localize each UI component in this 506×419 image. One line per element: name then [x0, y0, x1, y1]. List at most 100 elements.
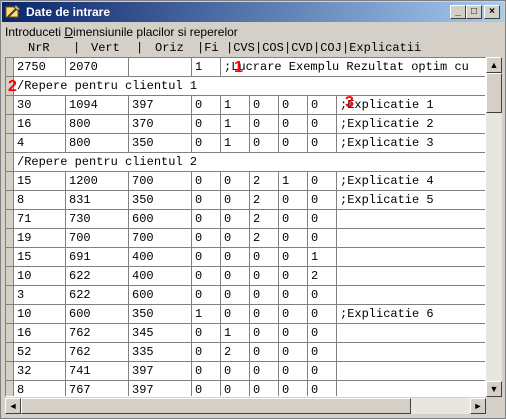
- cell-oriz[interactable]: 700: [129, 229, 192, 248]
- cell-cvd[interactable]: 0: [279, 115, 308, 134]
- cell-vert[interactable]: 762: [66, 324, 129, 343]
- cell-oriz[interactable]: 335: [129, 343, 192, 362]
- horizontal-scroll-thumb[interactable]: [21, 398, 411, 414]
- cell-coj[interactable]: 0: [308, 305, 337, 324]
- cell-exp[interactable]: [337, 210, 485, 229]
- cell-cvs[interactable]: 0: [221, 210, 250, 229]
- cell-cvs[interactable]: 0: [221, 286, 250, 305]
- cell-oriz[interactable]: 345: [129, 324, 192, 343]
- cell-cos[interactable]: 0: [250, 381, 279, 396]
- scroll-left-button[interactable]: ◄: [5, 398, 21, 414]
- cell-exp[interactable]: [337, 248, 485, 267]
- cell-coj[interactable]: 0: [308, 381, 337, 396]
- cell-vert[interactable]: 691: [66, 248, 129, 267]
- minimize-button[interactable]: _: [450, 5, 466, 19]
- row-indicator[interactable]: [6, 381, 14, 396]
- cell-exp[interactable]: ;Explicatie 4: [337, 172, 485, 191]
- cell-fi[interactable]: 0: [192, 343, 221, 362]
- cell-vert[interactable]: 730: [66, 210, 129, 229]
- cell-cvs[interactable]: 1: [221, 115, 250, 134]
- cell-fi[interactable]: 0: [192, 134, 221, 153]
- row-indicator[interactable]: [6, 191, 14, 210]
- cell-nrr[interactable]: 15: [14, 248, 66, 267]
- cell-cos[interactable]: 0: [250, 286, 279, 305]
- cell-fi[interactable]: 0: [192, 191, 221, 210]
- row-indicator[interactable]: [6, 153, 14, 172]
- cell-oriz[interactable]: 350: [129, 305, 192, 324]
- cell-nrr[interactable]: 32: [14, 362, 66, 381]
- row-indicator[interactable]: [6, 248, 14, 267]
- cell-oriz[interactable]: 397: [129, 362, 192, 381]
- cell-fi[interactable]: 0: [192, 324, 221, 343]
- cell-exp[interactable]: [337, 324, 485, 343]
- cell-cvd[interactable]: 0: [279, 267, 308, 286]
- cell-nrr[interactable]: 4: [14, 134, 66, 153]
- cell-cvd[interactable]: 0: [279, 96, 308, 115]
- cell-fi[interactable]: 0: [192, 286, 221, 305]
- cell-cvd[interactable]: 1: [279, 172, 308, 191]
- row-indicator[interactable]: [6, 172, 14, 191]
- cell-oriz[interactable]: 350: [129, 134, 192, 153]
- cell-cos[interactable]: 0: [250, 96, 279, 115]
- cell-fi[interactable]: 0: [192, 362, 221, 381]
- cell-exp[interactable]: [337, 229, 485, 248]
- cell-exp[interactable]: ;Lucrare Exemplu Rezultat optim cu: [221, 58, 485, 77]
- cell-coj[interactable]: 1: [308, 248, 337, 267]
- cell-coj[interactable]: 2: [308, 267, 337, 286]
- table-row[interactable]: 2750 2070 1 ;Lucrare Exemplu Rezultat optim…: [6, 58, 485, 77]
- cell-nrr[interactable]: 52: [14, 343, 66, 362]
- cell-fi[interactable]: 1: [192, 305, 221, 324]
- cell-vert[interactable]: 1094: [66, 96, 129, 115]
- row-indicator[interactable]: [6, 134, 14, 153]
- cell-cvs[interactable]: 1: [221, 96, 250, 115]
- cell-exp[interactable]: [337, 267, 485, 286]
- table-row[interactable]: 15 691 400 0 0 0 0 1: [6, 248, 485, 267]
- row-indicator[interactable]: [6, 58, 14, 77]
- cell-fi[interactable]: 0: [192, 381, 221, 396]
- cell-cvd[interactable]: 0: [279, 362, 308, 381]
- cell-vert[interactable]: 800: [66, 134, 129, 153]
- cell-cos[interactable]: 0: [250, 324, 279, 343]
- row-indicator[interactable]: [6, 305, 14, 324]
- cell-cos[interactable]: 0: [250, 267, 279, 286]
- cell-fi[interactable]: 0: [192, 210, 221, 229]
- cell-fi[interactable]: 0: [192, 96, 221, 115]
- cell-oriz[interactable]: 397: [129, 96, 192, 115]
- table-row[interactable]: 52 762 335 0 2 0 0 0: [6, 343, 485, 362]
- table-row[interactable]: 15 1200 700 0 0 2 1 0 ;Explicatie 4: [6, 172, 485, 191]
- cell-cvd[interactable]: 0: [279, 134, 308, 153]
- cell-coj[interactable]: 0: [308, 134, 337, 153]
- table-row[interactable]: 16 800 370 0 1 0 0 0 ;Explicatie 2: [6, 115, 485, 134]
- title-bar[interactable]: Date de intrare _ □ ×: [2, 2, 504, 22]
- table-row[interactable]: 10 622 400 0 0 0 0 2: [6, 267, 485, 286]
- cell-vert[interactable]: 1200: [66, 172, 129, 191]
- cell-cvs[interactable]: 0: [221, 191, 250, 210]
- row-indicator[interactable]: [6, 115, 14, 134]
- cell-vert[interactable]: 622: [66, 286, 129, 305]
- cell-cvs[interactable]: 1: [221, 324, 250, 343]
- cell-cvs[interactable]: 0: [221, 305, 250, 324]
- cell-cvd[interactable]: 0: [279, 210, 308, 229]
- row-indicator[interactable]: [6, 324, 14, 343]
- cell-coj[interactable]: 0: [308, 229, 337, 248]
- cell-vert[interactable]: 741: [66, 362, 129, 381]
- cell-cos[interactable]: 2: [250, 210, 279, 229]
- cell-oriz[interactable]: 350: [129, 191, 192, 210]
- cell-vert[interactable]: 762: [66, 343, 129, 362]
- cell-nrr[interactable]: 19: [14, 229, 66, 248]
- cell-cos[interactable]: 0: [250, 248, 279, 267]
- cell-cvs[interactable]: 0: [221, 172, 250, 191]
- table-row[interactable]: 8 831 350 0 0 2 0 0 ;Explicatie 5: [6, 191, 485, 210]
- cell-exp[interactable]: ;Explicatie 6: [337, 305, 485, 324]
- cell-coj[interactable]: 0: [308, 191, 337, 210]
- cell-cvd[interactable]: 0: [279, 343, 308, 362]
- size-grip[interactable]: [486, 398, 502, 414]
- cell-cos[interactable]: 0: [250, 305, 279, 324]
- table-row[interactable]: 16 762 345 0 1 0 0 0: [6, 324, 485, 343]
- cell-exp[interactable]: [337, 343, 485, 362]
- cell-cvs[interactable]: 0: [221, 381, 250, 396]
- cell-oriz[interactable]: 400: [129, 267, 192, 286]
- cell-exp[interactable]: ;Explicatie 1: [337, 96, 485, 115]
- table-row[interactable]: 4 800 350 0 1 0 0 0 ;Explicatie 3: [6, 134, 485, 153]
- cell-coj[interactable]: 0: [308, 210, 337, 229]
